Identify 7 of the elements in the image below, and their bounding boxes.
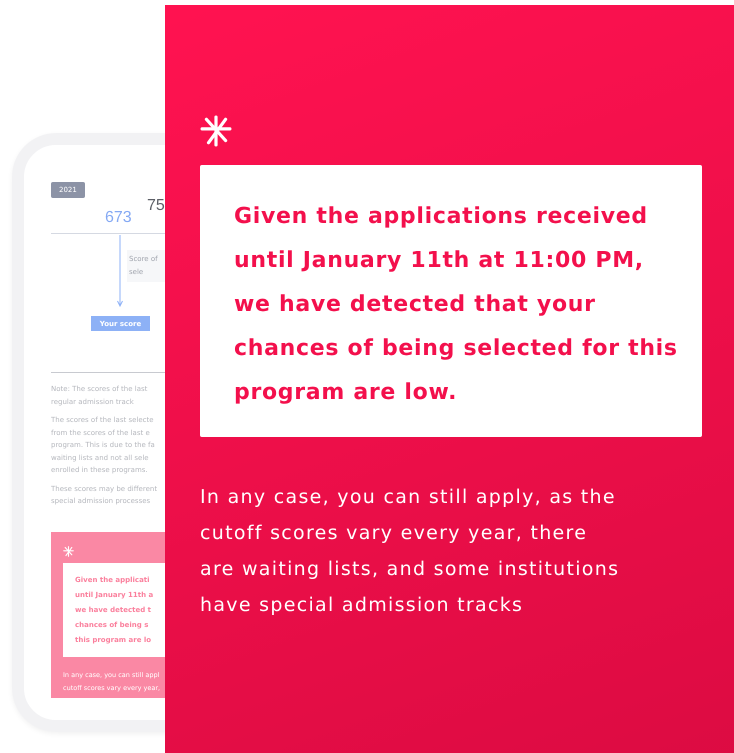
your-score-value: 673 — [105, 210, 132, 226]
last-selected-value: 75 — [147, 198, 165, 214]
down-arrow-icon — [117, 235, 123, 307]
footer-text: In any case, you can still apply, as the cutoff scores vary every year, there are waiting lists, and some institutions have special admission tracks — [200, 485, 620, 618]
asterisk-icon — [63, 546, 74, 556]
asterisk-icon — [200, 115, 232, 147]
message-text: Given the applications received until January 11th at 11:00 PM, we have detected that your chances of being selected for this program are low. — [234, 203, 679, 407]
